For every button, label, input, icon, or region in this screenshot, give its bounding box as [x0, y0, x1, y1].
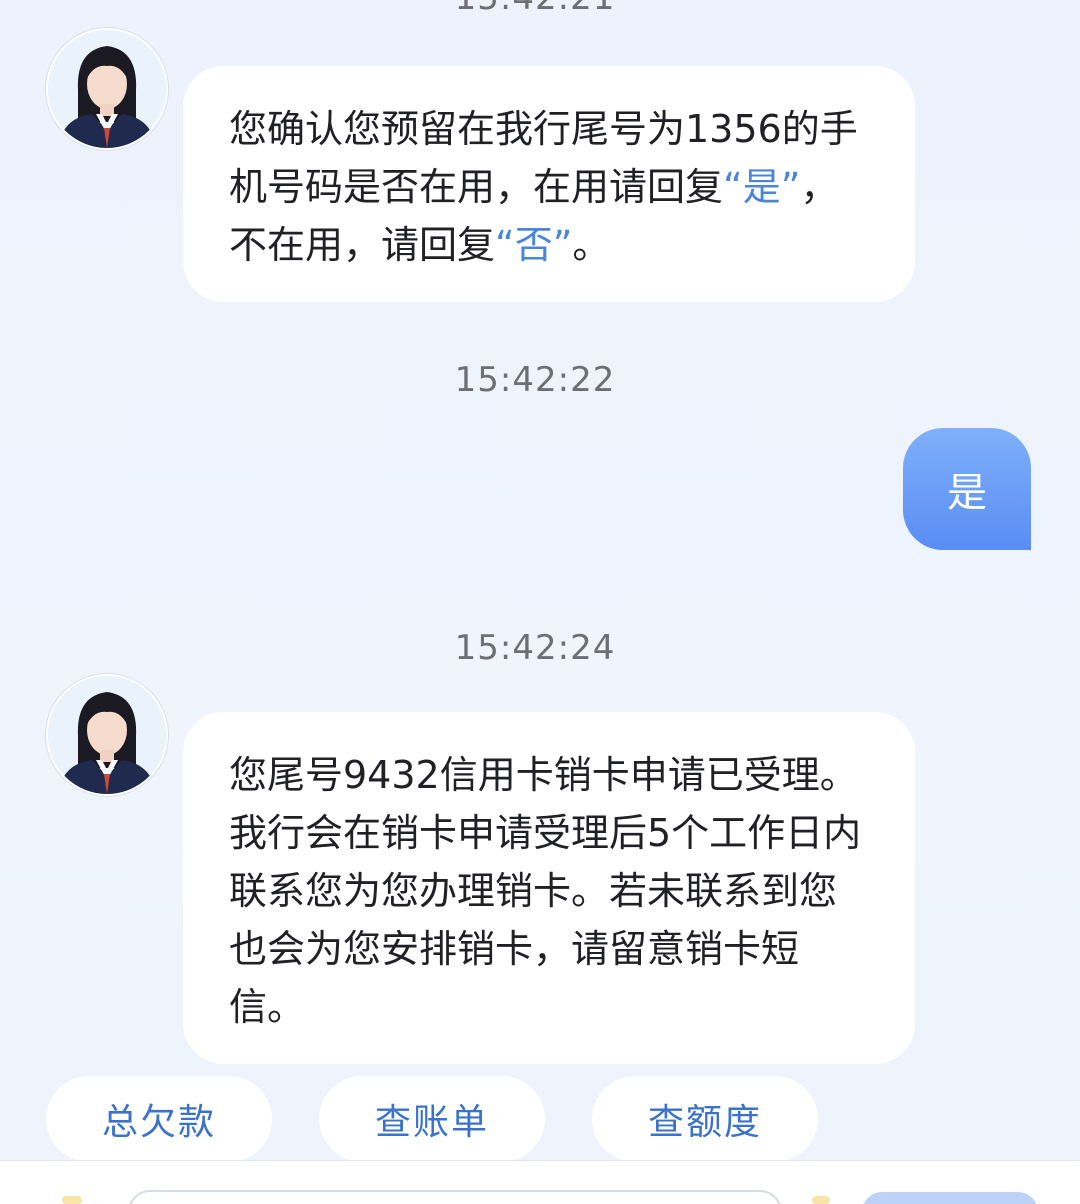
reply-option-yes[interactable]: “是” — [723, 165, 800, 209]
agent-avatar-icon — [48, 30, 166, 148]
voice-icon[interactable] — [62, 1196, 82, 1204]
quick-reply-check-bill[interactable]: 查账单 — [319, 1076, 545, 1162]
message-text: 是 — [947, 470, 987, 516]
message-text: 您尾号9432信用卡销卡申请已受理。我行会在销卡申请受理后5个工作日内联系您为您… — [229, 753, 862, 1029]
message-timestamp: 15:42:24 — [454, 628, 616, 668]
agent-avatar-icon — [48, 676, 166, 794]
emoji-icon[interactable] — [812, 1196, 830, 1204]
agent-avatar[interactable] — [46, 28, 168, 150]
message-timestamp: 15:42:22 — [454, 360, 616, 400]
agent-message-bubble: 您尾号9432信用卡销卡申请已受理。我行会在销卡申请受理后5个工作日内联系您为您… — [183, 712, 915, 1064]
agent-avatar[interactable] — [46, 674, 168, 796]
quick-reply-check-limit[interactable]: 查额度 — [592, 1076, 818, 1162]
message-input[interactable] — [128, 1190, 782, 1204]
agent-message-bubble: 您确认您预留在我行尾号为1356的手机号码是否在用，在用请回复“是”，不在用，请… — [183, 66, 915, 302]
quick-reply-total-debt[interactable]: 总欠款 — [46, 1076, 272, 1162]
message-timestamp: 15:42:21 — [0, 0, 1070, 18]
user-message-bubble: 是 — [903, 428, 1031, 550]
message-text: 。 — [572, 223, 611, 267]
send-button[interactable] — [862, 1192, 1038, 1204]
chat-screen: 15:42:21 您确认您预留在我行尾号为1356的手机号码是否在用，在用请回复… — [0, 0, 1080, 1204]
reply-option-no[interactable]: “否” — [495, 223, 572, 267]
